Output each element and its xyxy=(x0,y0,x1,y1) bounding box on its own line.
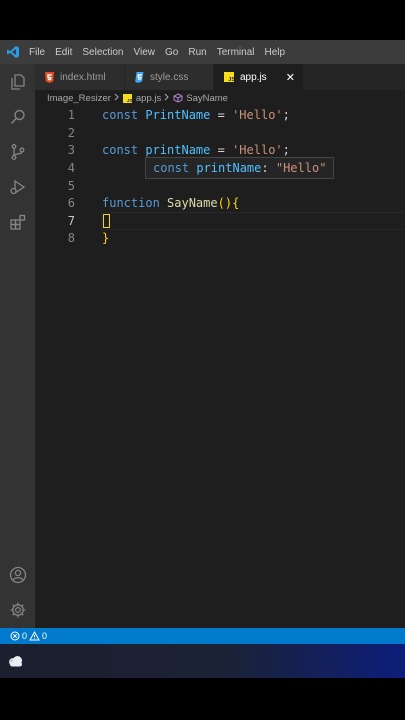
tab-app-js[interactable]: JS app.js ✕ xyxy=(214,64,304,90)
editor-tabs: index.html style.css JS app.js ✕ xyxy=(35,64,405,90)
source-control-icon[interactable] xyxy=(0,134,35,169)
line-number: 3 xyxy=(67,143,75,157)
line-number: 7 xyxy=(67,214,75,228)
breadcrumb: Image_Resizer JS app.js SayName xyxy=(35,90,405,106)
vscode-window: File Edit Selection View Go Run Terminal… xyxy=(0,40,405,644)
explorer-icon[interactable] xyxy=(0,64,35,99)
close-tab-icon[interactable]: ✕ xyxy=(286,71,295,84)
breadcrumb-file[interactable]: app.js xyxy=(136,93,161,104)
menu-edit[interactable]: Edit xyxy=(50,47,77,58)
code-line-6: 6 function SayName(){ xyxy=(35,194,405,212)
menu-run[interactable]: Run xyxy=(183,47,211,58)
tab-style-css[interactable]: style.css xyxy=(125,64,214,90)
line-number: 1 xyxy=(67,108,75,122)
css3-icon xyxy=(135,71,144,83)
vscode-logo-icon[interactable] xyxy=(2,40,24,64)
activity-bar xyxy=(0,64,35,628)
menu-selection[interactable]: Selection xyxy=(77,47,128,58)
code-line-2: 2 xyxy=(35,124,405,142)
menu-view[interactable]: View xyxy=(129,47,161,58)
breadcrumb-symbol[interactable]: SayName xyxy=(186,93,228,104)
error-count: 0 xyxy=(22,631,28,641)
current-line-highlight xyxy=(101,212,405,230)
title-bar: File Edit Selection View Go Run Terminal… xyxy=(0,40,405,64)
weather-cloud-icon[interactable] xyxy=(6,652,26,672)
html5-icon xyxy=(45,71,54,83)
extensions-icon[interactable] xyxy=(0,204,35,239)
menu-help[interactable]: Help xyxy=(260,47,291,58)
settings-gear-icon[interactable] xyxy=(0,592,35,627)
line-content: const PrintName = 'Hello'; xyxy=(102,108,290,122)
hover-tooltip: const printName: "Hello" xyxy=(145,157,335,179)
menu-file[interactable]: File xyxy=(24,47,50,58)
line-number: 4 xyxy=(67,161,75,175)
menu-terminal[interactable]: Terminal xyxy=(212,47,260,58)
status-bar: 0 0 xyxy=(0,628,405,644)
problems-indicator[interactable]: 0 0 xyxy=(10,631,47,641)
breadcrumb-folder[interactable]: Image_Resizer xyxy=(47,93,111,104)
line-number: 2 xyxy=(67,125,75,140)
tab-label: style.css xyxy=(150,71,189,83)
code-line-8: 8 } xyxy=(35,229,405,247)
run-debug-icon[interactable] xyxy=(0,169,35,204)
tab-label: index.html xyxy=(60,71,106,83)
warning-count: 0 xyxy=(42,631,48,641)
code-line-7: 7 xyxy=(35,212,405,230)
line-number: 5 xyxy=(67,179,75,193)
warning-icon xyxy=(29,631,40,641)
search-icon[interactable] xyxy=(0,99,35,134)
line-content: } xyxy=(102,231,110,245)
text-cursor xyxy=(103,214,110,228)
tab-label: app.js xyxy=(240,71,267,83)
menu-bar: File Edit Selection View Go Run Terminal… xyxy=(24,47,290,58)
code-line-5: 5 xyxy=(35,177,405,195)
javascript-icon: JS xyxy=(224,72,234,82)
svg-text:JS: JS xyxy=(127,98,132,103)
chevron-right-icon xyxy=(114,93,120,104)
chevron-right-icon xyxy=(164,93,170,104)
symbol-method-icon xyxy=(173,93,183,103)
code-editor[interactable]: 1 const PrintName = 'Hello'; 2 3 const p… xyxy=(35,106,405,628)
line-number: 8 xyxy=(67,231,75,245)
line-number: 6 xyxy=(67,196,75,210)
tab-index-html[interactable]: index.html xyxy=(35,64,125,90)
svg-text:JS: JS xyxy=(228,77,234,82)
code-line-1: 1 const PrintName = 'Hello'; xyxy=(35,106,405,124)
javascript-icon: JS xyxy=(122,93,132,103)
account-icon[interactable] xyxy=(0,557,35,592)
line-content: function SayName(){ xyxy=(102,196,240,210)
error-icon xyxy=(10,631,20,641)
menu-go[interactable]: Go xyxy=(160,47,183,58)
taskbar xyxy=(0,644,405,678)
